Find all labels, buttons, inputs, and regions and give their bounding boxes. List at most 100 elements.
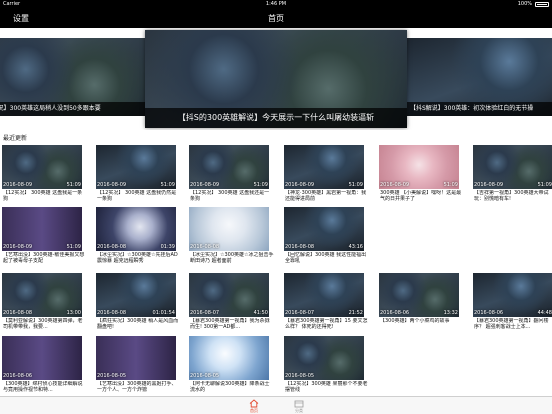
video-date: 2016-08-06 (380, 310, 410, 316)
video-date: 2016-08-09 (285, 182, 315, 188)
video-card[interactable]: 2016-08-08 【冰尘实况】☆300英雄☆冰之狙击手断田诗乃 超者面前 (189, 207, 274, 265)
video-title: 【12实况】 300英雄 这盘我还是一条狗 (190, 190, 270, 202)
section-title-recent: 最近更新 (3, 135, 28, 142)
video-card[interactable]: 2016-08-06 【300英雄】绵村侦心技能详细解说与竟用操作视节和特... (2, 336, 83, 394)
tab-category-label: 分类 (295, 408, 303, 413)
video-date: 2016-08-05 (285, 373, 315, 379)
video-duration: 21:52 (348, 310, 363, 316)
status-bar: Carrier 1:46 PM 100% (0, 0, 552, 9)
video-date: 2016-08-09 (3, 244, 33, 250)
video-title: 【暴君300英雄第一视角】翻问楼序？ 超强刺客战士上本... (474, 318, 549, 330)
video-duration: 41:50 (253, 310, 268, 316)
video-duration: 51:09 (348, 182, 363, 188)
video-thumbnail: 2016-08-09 51:09 (96, 145, 176, 189)
video-card[interactable]: 2016-08-09 51:09 300英雄 【小美解说】嘿呀！这是最气的日井果子了 (379, 145, 461, 203)
video-card[interactable]: 2016-08-08 13:00 【莫利亚解说】300英雄第四弹，老司机带带我，我要… (2, 273, 83, 331)
banner-right-caption: 【抖S解说】300英雄：初次体验红白的无节操 (406, 102, 552, 116)
tab-home[interactable]: 首页 (239, 398, 269, 414)
video-thumbnail: 2016-08-09 51:09 (473, 145, 552, 189)
video-thumbnail: 2016-08-08 01:01:54 (96, 273, 176, 317)
category-icon (294, 400, 304, 408)
video-card[interactable]: 2016-08-07 21:52 【暴君300英雄第一视角】15 要文怎么样？ 体死… (284, 273, 368, 331)
video-date: 2016-08-08 (285, 244, 315, 250)
banner-right[interactable]: 【抖S解说】300英雄：初次体验红白的无节操 (406, 38, 552, 116)
video-date: 2016-08-07 (190, 310, 220, 316)
video-card[interactable]: 2016-08-06 13:32 【300英雄】两个小菜鸡的故事 (379, 273, 459, 331)
video-date: 2016-08-06 (3, 373, 33, 379)
video-thumbnail: 2016-08-05 (284, 336, 364, 380)
tab-category[interactable]: 分类 (284, 398, 314, 414)
video-card[interactable]: 2016-08-09 51:09 【吉祥第一视角】300英雄大帝试玩：别慌暗有车! (473, 145, 552, 203)
video-date: 2016-08-08 (97, 244, 127, 250)
video-thumbnail: 2016-08-08 43:16 (284, 207, 364, 251)
tab-bar: 首页 分类 (0, 396, 552, 414)
video-card[interactable]: 2016-08-09 51:09 【12实况】 300英雄 这盘我仍然是一条狗 (96, 145, 176, 203)
video-thumbnail: 2016-08-06 (2, 336, 82, 380)
video-card[interactable]: 2016-08-08 43:16 【回忆解说】300英雄 我这性能福出全靠吼 (284, 207, 366, 265)
video-card[interactable]: 2016-08-05 【艺寒出没】300英雄的黑姬打手、一方个人、一方个炸镑 (96, 336, 177, 394)
video-thumbnail: 2016-08-06 44:48 (473, 273, 552, 317)
video-date: 2016-08-09 (190, 182, 220, 188)
video-duration: 51:09 (537, 182, 552, 188)
video-title: 【冰尘实况】☆300英雄☆冰之狙击手断田诗乃 超者面前 (190, 252, 274, 264)
banner-left[interactable]: 【12实况】300英雄这局稍人没到50多跟本要 (0, 38, 146, 116)
video-title: 【12实况】300英雄 果丽那个不要老摆管线 (285, 381, 368, 393)
clock: 1:46 PM (265, 1, 287, 7)
video-date: 2016-08-08 (3, 310, 33, 316)
video-card[interactable]: 2016-08-07 41:50 【暴君300英雄第一视角】我为杀戮而生! 300第… (189, 273, 270, 331)
page-title: 首页 (268, 14, 284, 23)
video-title: 【12实况】 300英雄 这盘我是一条狗 (3, 190, 83, 202)
banner-carousel[interactable]: 【12实况】300英雄这局稍人没到50多跟本要 【抖S解说】300英雄：初次体验… (0, 28, 552, 130)
video-card[interactable]: 2016-08-09 51:09 【神龙·300英雄】黑岩第一视角：我还能得进局前 (284, 145, 366, 203)
video-duration: 01:39 (160, 244, 175, 250)
video-duration: 51:09 (66, 244, 81, 250)
video-card[interactable]: 2016-08-09 51:09 【12实况】 300英雄 这盘我是一条狗 (2, 145, 82, 203)
video-date: 2016-08-06 (474, 310, 504, 316)
battery-percent: 100% (517, 1, 532, 7)
banner-center[interactable]: 【抖S的300英雄解说】今天展示一下什么叫屠幼装逼斩 (145, 30, 407, 128)
video-title: 【12实况】 300英雄 这盘我仍然是一条狗 (97, 190, 177, 202)
video-title: 【阿卡无聊解说300英雄】降条战士流水的 (190, 381, 270, 393)
video-thumbnail: 2016-08-09 51:09 (284, 145, 364, 189)
video-card[interactable]: 2016-08-05 【阿卡无聊解说300英雄】降条战士流水的 (189, 336, 270, 394)
video-card[interactable]: 2016-08-05 【12实况】300英雄 果丽那个不要老摆管线 (284, 336, 368, 394)
video-duration: 44:48 (537, 310, 552, 316)
navigation-bar: 设置 首页 (0, 9, 552, 28)
video-thumbnail: 2016-08-09 51:09 (2, 207, 82, 251)
video-title: 【艺寒出没】300英雄的黑姬打手、一方个人、一方个炸镑 (97, 381, 177, 393)
video-card[interactable]: 2016-08-09 51:09 【艺寒出没】300英雄-敏佳美报又想起了被毒母子支… (2, 207, 84, 265)
video-thumbnail: 2016-08-05 (96, 336, 176, 380)
video-thumbnail: 2016-08-06 13:32 (379, 273, 459, 317)
video-date: 2016-08-05 (97, 373, 127, 379)
banner-center-caption: 【抖S的300英雄解说】今天展示一下什么叫屠幼装逼斩 (145, 108, 407, 128)
video-duration: 51:09 (66, 182, 81, 188)
home-icon (249, 399, 259, 408)
video-card[interactable]: 2016-08-08 01:39 【冰尘实况】☆300英雄☆先挂后AD震惊暴 超克远… (96, 207, 178, 265)
video-duration: 51:09 (443, 182, 458, 188)
video-thumbnail: 2016-08-08 (189, 207, 269, 251)
video-thumbnail: 2016-08-09 51:09 (2, 145, 82, 189)
video-title: 300英雄 【小美解说】嘿呀！这是最气的日井果子了 (380, 190, 462, 202)
video-card[interactable]: 2016-08-08 01:01:54 【疯狂实况】300英雄 稍人是风血而翻盘吧! (96, 273, 178, 331)
video-duration: 51:09 (253, 182, 268, 188)
video-card[interactable]: 2016-08-09 51:09 【12实况】 300英雄 这盘我还是一条狗 (189, 145, 269, 203)
video-title: 【回忆解说】300英雄 我这性能福出全靠吼 (285, 252, 367, 264)
video-date: 2016-08-08 (190, 244, 220, 250)
battery-icon (535, 2, 549, 7)
video-title: 【疯狂实况】300英雄 稍人是风血而翻盘吧! (97, 318, 179, 330)
video-thumbnail: 2016-08-07 41:50 (189, 273, 269, 317)
video-title: 【暴君300英雄第一视角】我为杀戮而生! 300第一AD都... (190, 318, 270, 330)
video-date: 2016-08-09 (97, 182, 127, 188)
video-title: 【莫利亚解说】300英雄第四弹，老司机带带我，我要... (3, 318, 83, 330)
video-date: 2016-08-09 (380, 182, 410, 188)
video-card[interactable]: 2016-08-06 44:48 【暴君300英雄第一视角】翻问楼序？ 超强刺客战士… (473, 273, 552, 331)
video-thumbnail: 2016-08-08 01:39 (96, 207, 176, 251)
video-duration: 51:09 (160, 182, 175, 188)
video-title: 【冰尘实况】☆300英雄☆先挂后AD震惊暴 超克远程瞬秀 (97, 252, 178, 264)
video-date: 2016-08-09 (3, 182, 33, 188)
video-title: 【神龙·300英雄】黑岩第一视角：我还能得进局前 (285, 190, 367, 202)
video-title: 【暴君300英雄第一视角】15 要文怎么样？ 体死的还得死! (285, 318, 368, 330)
video-duration: 13:32 (443, 310, 458, 316)
video-thumbnail: 2016-08-05 (189, 336, 269, 380)
video-thumbnail: 2016-08-07 21:52 (284, 273, 364, 317)
